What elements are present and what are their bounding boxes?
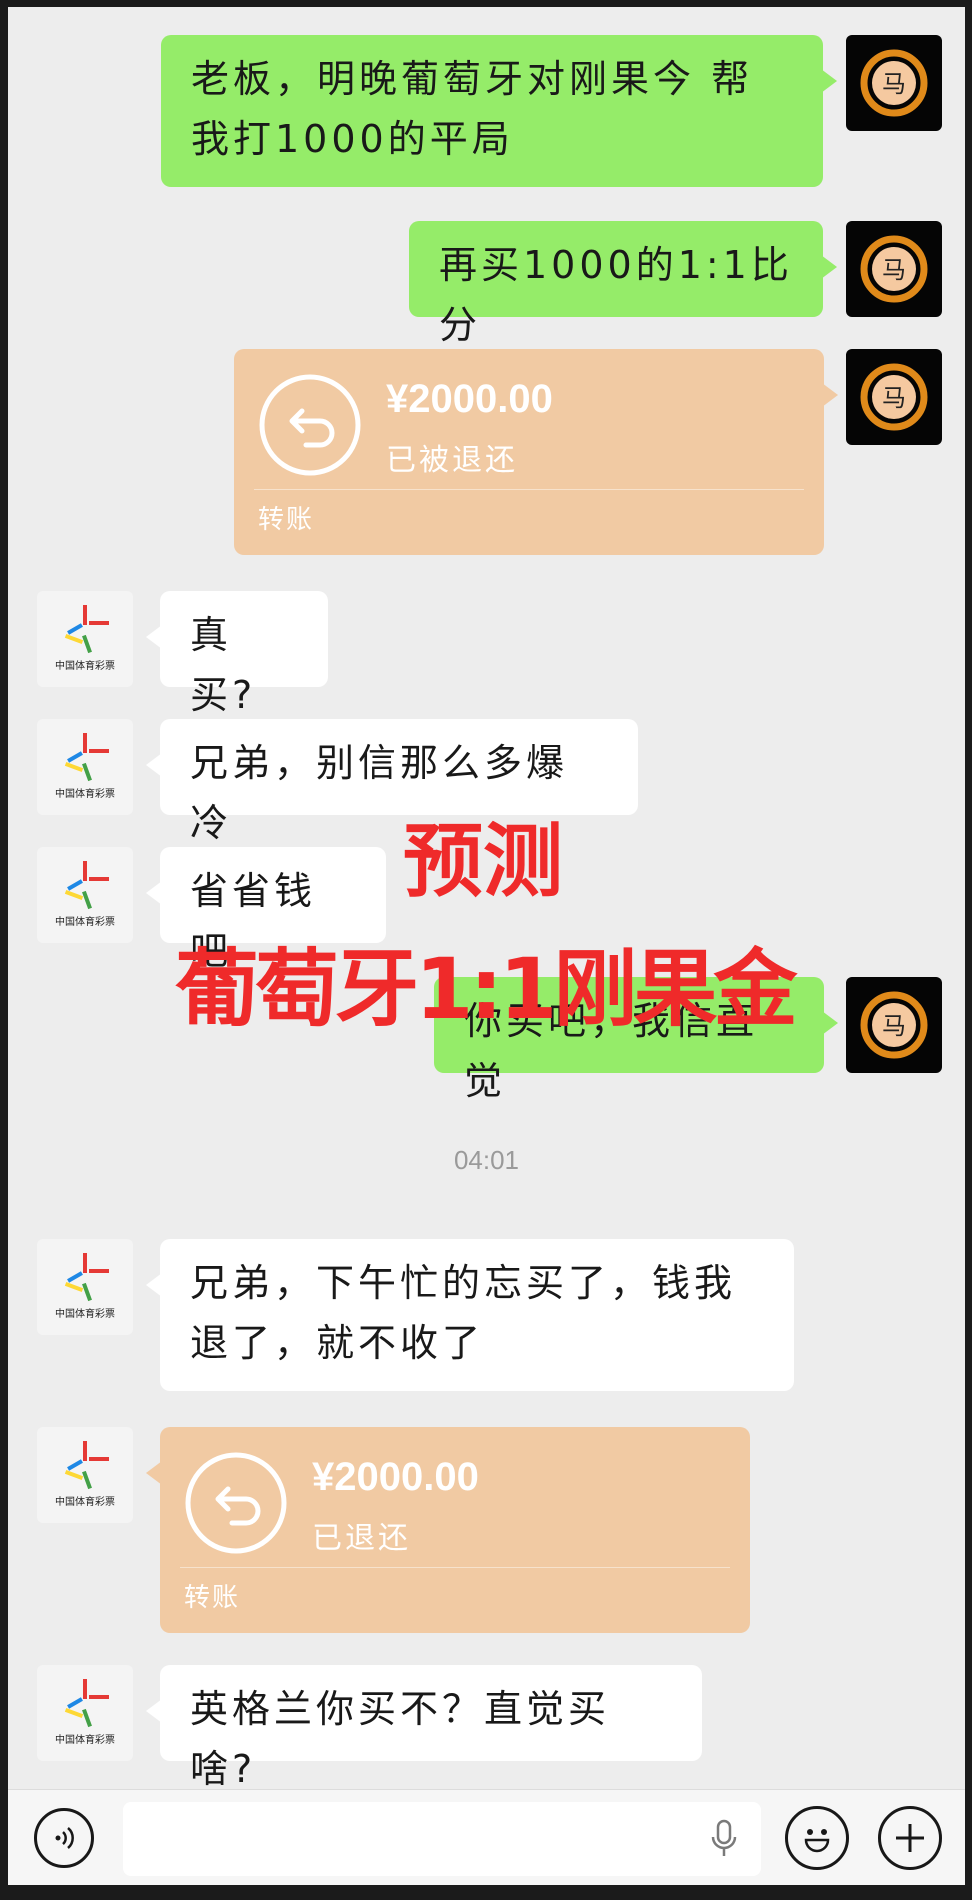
my-avatar[interactable]: 马 (846, 35, 942, 131)
transfer-amount: ¥2000.00 (386, 377, 553, 421)
svg-text:马: 马 (882, 256, 906, 284)
message-bubble-received[interactable]: 真买? (146, 591, 328, 717)
transfer-label: 转账 (184, 1583, 241, 1613)
voice-wave-icon (55, 1827, 74, 1849)
message-text: 再买1000的1:1比分 (439, 243, 793, 347)
message-text: 兄弟，下午忙的忘买了，钱我退了，就不收了 (190, 1261, 737, 1365)
message-input[interactable] (123, 1802, 761, 1876)
overlay-prediction-detail: 葡萄牙1:1刚果金 (175, 940, 797, 1038)
message-bubble-received[interactable]: 兄弟，下午忙的忘买了，钱我退了，就不收了 (146, 1239, 794, 1391)
transfer-label: 转账 (258, 505, 315, 535)
message-text: 真买? (190, 613, 257, 717)
logo-text: 中国体育彩票 (55, 659, 115, 672)
return-arrow-icon (259, 374, 361, 476)
chat-input-bar (8, 1789, 965, 1885)
transfer-card-sent[interactable]: ¥2000.00 已被退还 转账 (234, 349, 838, 555)
message-bubble-sent[interactable]: 再买1000的1:1比分 (409, 221, 837, 347)
transfer-status: 已被退还 (386, 443, 518, 478)
lottery-avatar[interactable]: 中国体育彩票 (37, 1239, 133, 1335)
lottery-avatar[interactable]: 中国体育彩票 (37, 1427, 133, 1523)
svg-text:马: 马 (882, 1012, 906, 1040)
dragon-avatar-icon: 马 (860, 235, 928, 303)
china-sports-lottery-logo-icon: 中国体育彩票 (55, 861, 115, 928)
logo-text: 中国体育彩票 (55, 787, 115, 800)
lottery-avatar[interactable]: 中国体育彩票 (37, 719, 133, 815)
message-bubble-received[interactable]: 英格兰你买不？直觉买啥? (146, 1665, 702, 1791)
transfer-card-received[interactable]: ¥2000.00 已退还 转账 (146, 1427, 750, 1633)
voice-toggle-button[interactable] (34, 1808, 94, 1868)
chat-screen: 老板，明晚葡萄牙对刚果今 帮我打1000的平局 马 再买1000的1:1比分 马… (8, 7, 965, 1885)
more-actions-button[interactable] (878, 1806, 942, 1870)
lottery-avatar[interactable]: 中国体育彩票 (37, 591, 133, 687)
microphone-icon[interactable] (709, 1819, 739, 1859)
my-avatar[interactable]: 马 (846, 349, 942, 445)
emoji-button[interactable] (785, 1806, 849, 1870)
my-avatar[interactable]: 马 (846, 221, 942, 317)
transfer-amount: ¥2000.00 (312, 1455, 479, 1499)
china-sports-lottery-logo-icon: 中国体育彩票 (55, 733, 115, 800)
china-sports-lottery-logo-icon: 中国体育彩票 (55, 1679, 115, 1746)
plus-icon (896, 1824, 924, 1852)
transfer-status: 已退还 (312, 1521, 411, 1556)
message-text: 老板，明晚葡萄牙对刚果今 帮我打1000的平局 (191, 57, 754, 161)
message-bubble-received[interactable]: 兄弟，别信那么多爆冷 (146, 719, 638, 845)
return-arrow-icon (185, 1452, 287, 1554)
smiley-icon (804, 1829, 830, 1853)
china-sports-lottery-logo-icon: 中国体育彩票 (55, 605, 115, 672)
divider (180, 1567, 730, 1568)
china-sports-lottery-logo-icon: 中国体育彩票 (55, 1253, 115, 1320)
my-avatar[interactable]: 马 (846, 977, 942, 1073)
chat-timestamp: 04:01 (453, 1145, 520, 1175)
lottery-avatar[interactable]: 中国体育彩票 (37, 1665, 133, 1761)
message-bubble-sent[interactable]: 老板，明晚葡萄牙对刚果今 帮我打1000的平局 (161, 35, 837, 187)
divider (254, 489, 804, 490)
svg-text:马: 马 (882, 70, 906, 98)
logo-text: 中国体育彩票 (55, 915, 115, 928)
logo-text: 中国体育彩票 (55, 1733, 115, 1746)
dragon-avatar-icon: 马 (860, 49, 928, 117)
dragon-avatar-icon: 马 (860, 363, 928, 431)
message-text: 英格兰你买不？直觉买啥? (190, 1687, 611, 1791)
lottery-avatar[interactable]: 中国体育彩票 (37, 847, 133, 943)
dragon-avatar-icon: 马 (860, 991, 928, 1059)
logo-text: 中国体育彩票 (55, 1495, 115, 1508)
logo-text: 中国体育彩票 (55, 1307, 115, 1320)
overlay-prediction-title: 预测 (403, 815, 563, 908)
svg-text:马: 马 (882, 384, 906, 412)
china-sports-lottery-logo-icon: 中国体育彩票 (55, 1441, 115, 1508)
